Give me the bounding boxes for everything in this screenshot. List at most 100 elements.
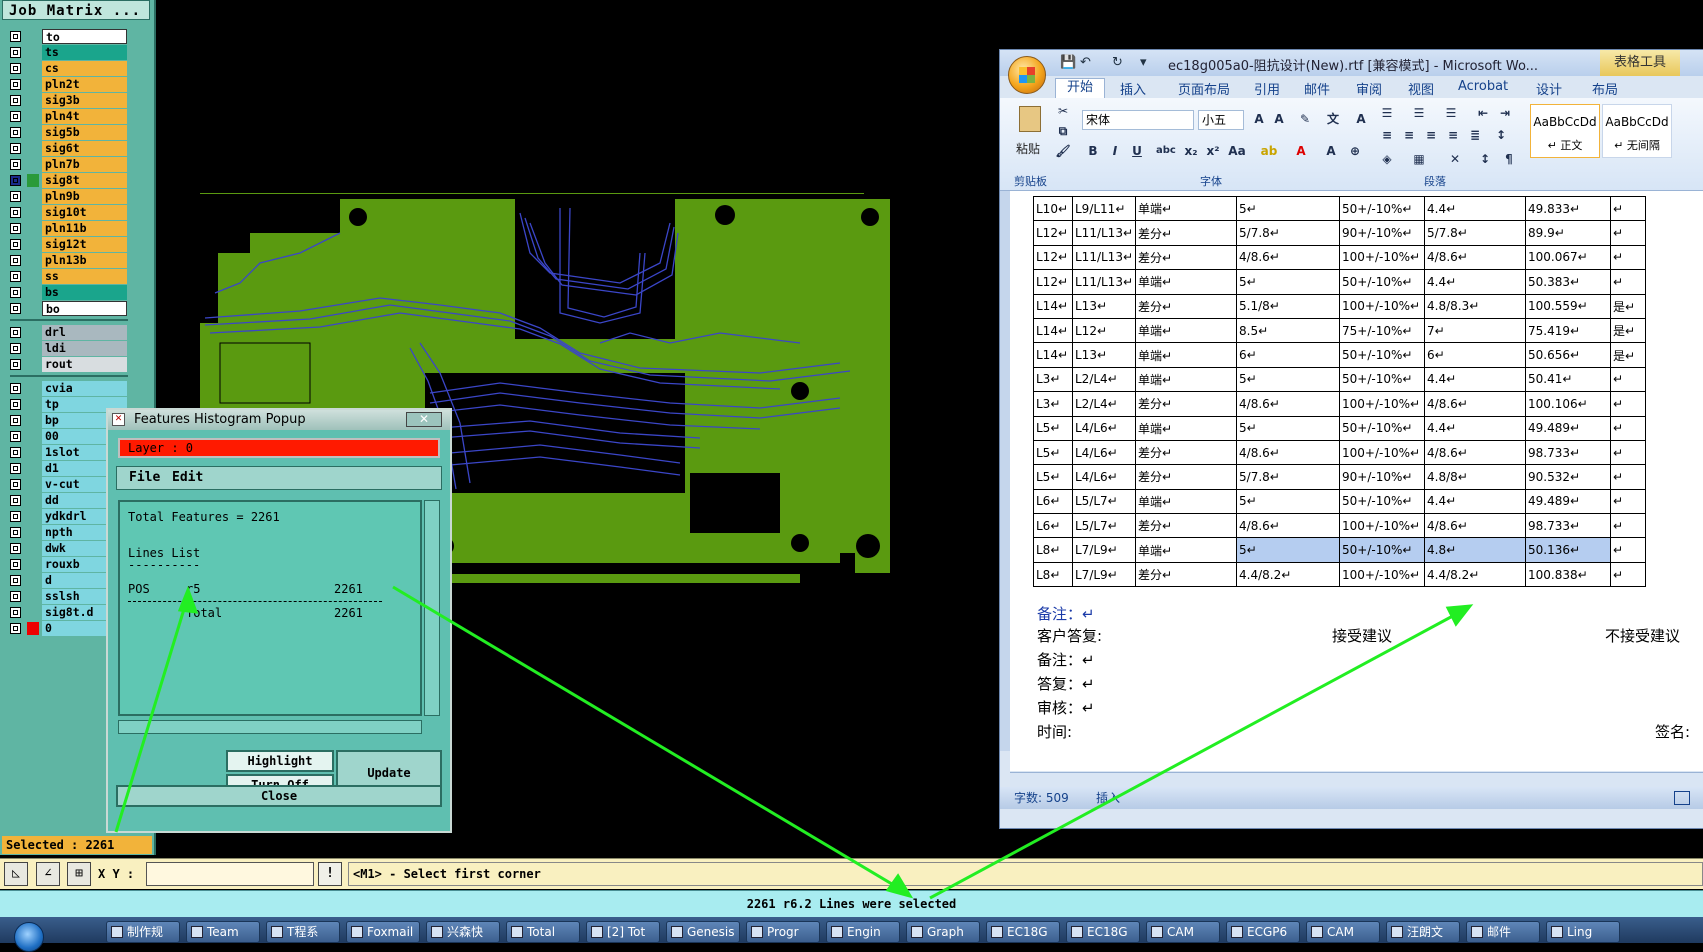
table-cell[interactable]: 5↵ xyxy=(1236,537,1341,563)
layer-checkbox[interactable] xyxy=(10,239,21,250)
job-matrix-title[interactable]: Job Matrix ... xyxy=(2,0,150,20)
layer-row[interactable]: sig12t xyxy=(5,237,127,252)
taskbar-item[interactable]: CAM xyxy=(1146,921,1220,943)
table-cell[interactable]: L14↵ xyxy=(1033,317,1073,344)
table-row[interactable]: L5↵ L4/L6↵ 差分↵ 5/7.8↵ 90+/-10%↵ 4.8/8↵ 90.532↵… xyxy=(1033,464,1647,490)
char-shading-icon[interactable]: A xyxy=(1322,142,1340,160)
layer-checkbox[interactable] xyxy=(10,327,21,338)
table-cell[interactable]: L4/L6↵ xyxy=(1071,415,1137,441)
table-cell[interactable]: 5.1/8↵ xyxy=(1236,293,1341,319)
layer-name[interactable]: cvia xyxy=(42,381,127,396)
table-cell[interactable]: 100+/-10%↵ xyxy=(1339,391,1426,417)
taskbar-item[interactable]: Team xyxy=(186,921,260,943)
table-row[interactable]: L14↵ L13↵ 差分↵ 5.1/8↵ 100+/-10%↵ 4.8/8.3↵ 100.5… xyxy=(1033,293,1647,319)
table-cell[interactable]: 差分↵ xyxy=(1135,220,1238,246)
layer-name[interactable]: rout xyxy=(42,357,127,372)
table-cell[interactable]: 90+/-10%↵ xyxy=(1339,220,1426,246)
table-cell[interactable]: L8↵ xyxy=(1033,537,1073,563)
table-cell[interactable]: 4.8/8.3↵ xyxy=(1424,293,1527,319)
table-cell[interactable]: L7/L9↵ xyxy=(1071,537,1137,563)
layer-name[interactable]: sig8t xyxy=(42,173,127,188)
table-cell[interactable]: 75.419↵ xyxy=(1525,317,1612,344)
table-cell[interactable]: 5↵ xyxy=(1236,195,1341,222)
layer-name[interactable]: cs xyxy=(42,61,127,76)
table-cell[interactable]: 是↵ xyxy=(1610,342,1647,368)
table-cell[interactable]: 75+/-10%↵ xyxy=(1339,317,1426,344)
table-cell[interactable]: L3↵ xyxy=(1033,391,1073,417)
table-cell[interactable]: 单端↵ xyxy=(1135,366,1238,393)
table-cell[interactable]: 单端↵ xyxy=(1135,415,1238,441)
word-count[interactable]: 字数: 509 xyxy=(1014,787,1069,809)
select-mode-icon[interactable]: ◺ xyxy=(4,862,28,886)
table-cell[interactable]: 差分↵ xyxy=(1135,391,1238,417)
print-layout-icon[interactable] xyxy=(1674,791,1690,805)
table-cell[interactable]: 50+/-10%↵ xyxy=(1339,366,1426,393)
table-cell[interactable]: ↵ xyxy=(1610,488,1647,515)
layer-checkbox[interactable] xyxy=(10,399,21,410)
xy-input[interactable] xyxy=(146,862,314,886)
table-cell[interactable]: L11/L13↵ xyxy=(1071,220,1137,246)
exclamation-button[interactable]: ! xyxy=(318,862,342,886)
table-cell[interactable]: 98.733↵ xyxy=(1525,513,1612,539)
underline-icon[interactable]: U xyxy=(1128,142,1146,160)
table-cell[interactable]: 4/8.6↵ xyxy=(1424,513,1527,539)
copy-icon[interactable]: ⧉ xyxy=(1054,122,1072,140)
increase-indent-icon[interactable]: ⇥ xyxy=(1496,104,1514,122)
layer-checkbox[interactable] xyxy=(10,431,21,442)
table-cell[interactable]: 100+/-10%↵ xyxy=(1339,439,1426,466)
layer-checkbox[interactable] xyxy=(10,415,21,426)
table-cell[interactable]: 单端↵ xyxy=(1135,342,1238,368)
table-row[interactable]: L12↵ L11/L13↵ 差分↵ 5/7.8↵ 90+/-10%↵ 5/7.8↵ 89.9… xyxy=(1033,220,1647,246)
table-cell[interactable]: 8.5↵ xyxy=(1236,317,1341,344)
table-row[interactable]: L6↵ L5/L7↵ 差分↵ 4/8.6↵ 100+/-10%↵ 4/8.6↵ 98.733… xyxy=(1033,513,1647,539)
font-name-select[interactable]: 宋体 xyxy=(1082,110,1194,130)
table-cell[interactable]: 4/8.6↵ xyxy=(1424,439,1527,466)
grid-snap-icon[interactable]: ⊞ xyxy=(67,862,91,886)
phonetic-icon[interactable]: 文 xyxy=(1324,110,1342,128)
highlight-button[interactable]: Highlight xyxy=(226,750,334,772)
table-cell[interactable]: L2/L4↵ xyxy=(1071,366,1137,393)
layer-checkbox[interactable] xyxy=(10,79,21,90)
layer-name[interactable]: ldi xyxy=(42,341,127,356)
table-cell[interactable]: L12↵ xyxy=(1033,269,1073,295)
table-cell[interactable]: L5↵ xyxy=(1033,439,1073,466)
insert-mode[interactable]: 插入 xyxy=(1096,787,1120,809)
table-cell[interactable]: 差分↵ xyxy=(1135,244,1238,271)
layer-checkbox[interactable] xyxy=(10,559,21,570)
table-cell[interactable]: 50+/-10%↵ xyxy=(1339,269,1426,295)
table-cell[interactable]: 单端↵ xyxy=(1135,195,1238,222)
layer-checkbox[interactable] xyxy=(10,191,21,202)
table-cell[interactable]: L8↵ xyxy=(1033,561,1073,588)
layer-row[interactable]: ss xyxy=(5,269,127,284)
taskbar-item[interactable]: 制作规 xyxy=(106,921,180,943)
layer-row[interactable]: rout xyxy=(5,357,127,372)
table-cell[interactable]: L12↵ xyxy=(1033,220,1073,246)
table-cell[interactable]: 4/8.6↵ xyxy=(1424,391,1527,417)
table-cell[interactable]: 是↵ xyxy=(1610,317,1647,344)
strikethrough-icon[interactable]: abc xyxy=(1156,142,1176,160)
table-cell[interactable]: L12↵ xyxy=(1071,317,1137,344)
table-row[interactable]: L5↵ L4/L6↵ 差分↵ 4/8.6↵ 100+/-10%↵ 4/8.6↵ 98.733… xyxy=(1033,439,1647,466)
layer-row[interactable]: pln4t xyxy=(5,109,127,124)
taskbar-item[interactable]: 汪朗文 xyxy=(1386,921,1460,943)
layer-row[interactable]: pln2t xyxy=(5,77,127,92)
table-cell[interactable]: L11/L13↵ xyxy=(1071,269,1137,295)
table-cell[interactable]: L14↵ xyxy=(1033,342,1073,368)
taskbar-item[interactable]: Foxmail xyxy=(346,921,420,943)
decrease-indent-icon[interactable]: ⇤ xyxy=(1474,104,1492,122)
layer-name[interactable]: bs xyxy=(42,285,127,300)
table-cell[interactable]: ↵ xyxy=(1610,220,1647,246)
table-cell[interactable]: L6↵ xyxy=(1033,513,1073,539)
table-cell[interactable]: L13↵ xyxy=(1071,293,1137,319)
bold-icon[interactable]: B xyxy=(1084,142,1102,160)
measure-icon[interactable]: ∠ xyxy=(36,862,60,886)
table-cell[interactable]: 50+/-10%↵ xyxy=(1339,488,1426,515)
layer-checkbox[interactable] xyxy=(10,271,21,282)
taskbar-item[interactable]: EC18G xyxy=(986,921,1060,943)
table-cell[interactable]: 是↵ xyxy=(1610,293,1647,319)
table-row[interactable]: L12↵ L11/L13↵ 差分↵ 4/8.6↵ 100+/-10%↵ 4/8.6↵ 100… xyxy=(1033,244,1647,271)
table-cell[interactable]: 差分↵ xyxy=(1135,513,1238,539)
table-cell[interactable]: 单端↵ xyxy=(1135,537,1238,563)
style-no-spacing[interactable]: AaBbCcDd ↵ 无间隔 xyxy=(1602,104,1672,158)
layer-checkbox[interactable] xyxy=(10,127,21,138)
